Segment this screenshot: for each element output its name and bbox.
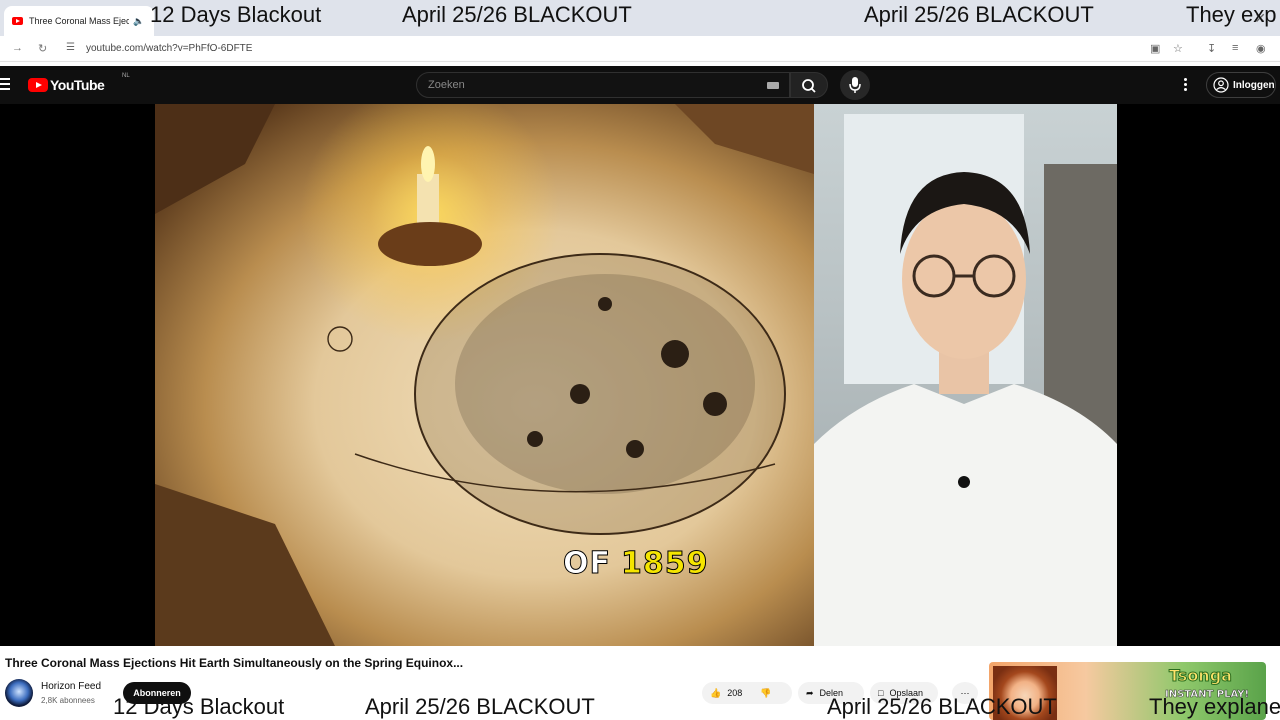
caption-word: OF xyxy=(563,546,611,582)
download-icon[interactable]: ↧ xyxy=(1207,42,1216,55)
profile-icon[interactable]: ◉ xyxy=(1256,42,1266,55)
search-input[interactable]: Zoeken xyxy=(416,72,790,98)
account-icon xyxy=(1213,77,1229,93)
video-title: Three Coronal Mass Ejections Hit Earth S… xyxy=(5,656,464,670)
painted-map-image xyxy=(155,104,814,646)
microphone-icon xyxy=(849,77,861,93)
url-field[interactable]: youtube.com/watch?v=PhFfO-6DFTE xyxy=(86,43,252,54)
voice-search-button[interactable] xyxy=(840,70,870,100)
channel-name[interactable]: Horizon Feed xyxy=(41,681,101,692)
ticker-item: They explane xyxy=(1149,694,1280,719)
video-caption: OF 1859 xyxy=(563,546,709,582)
video-player[interactable]: OF 1859 xyxy=(0,104,1280,646)
menu-icon[interactable] xyxy=(0,78,10,90)
ticker-item: April 25/26 BLACKOUT xyxy=(365,694,595,719)
youtube-logo[interactable]: YouTube NL xyxy=(28,73,130,93)
bookmark-star-icon[interactable]: ☆ xyxy=(1173,42,1183,55)
search-button[interactable] xyxy=(790,72,828,98)
ticker-bottom: 12 Days Blackout April 25/26 BLACKOUT Ap… xyxy=(0,694,1280,720)
forward-icon[interactable]: → xyxy=(12,42,23,54)
video-frame: OF 1859 xyxy=(155,104,1117,646)
ticker-item: They exp xyxy=(1186,2,1277,27)
youtube-wordmark: YouTube xyxy=(50,77,105,93)
ticker-item: April 25/26 BLACKOUT xyxy=(827,694,1057,719)
ticker-item: 12 Days Blackout xyxy=(113,694,285,719)
sun-sketch-drawing xyxy=(155,104,814,646)
install-app-icon[interactable]: ▣ xyxy=(1150,42,1160,55)
caption-highlight: 1859 xyxy=(621,546,709,582)
region-code: NL xyxy=(122,73,130,79)
youtube-header: YouTube NL Zoeken Inloggen xyxy=(0,66,1280,104)
reload-icon[interactable]: ↻ xyxy=(38,42,47,55)
signin-button[interactable]: Inloggen xyxy=(1206,72,1276,98)
presenter-video-image xyxy=(814,104,1117,646)
presenter-figure xyxy=(814,114,1117,646)
signin-label: Inloggen xyxy=(1233,79,1275,91)
keyboard-icon[interactable] xyxy=(767,82,779,89)
ticker-item: April 25/26 BLACKOUT xyxy=(864,2,1094,27)
site-settings-icon[interactable]: ☰ xyxy=(66,42,75,53)
ticker-item: April 25/26 BLACKOUT xyxy=(402,2,632,27)
youtube-play-icon xyxy=(28,78,48,92)
reading-list-icon[interactable]: ≡ xyxy=(1232,42,1238,54)
ticker-top: 12 Days Blackout April 25/26 BLACKOUT Ap… xyxy=(0,2,1280,32)
settings-more-icon[interactable] xyxy=(1184,78,1188,93)
search-placeholder: Zoeken xyxy=(428,79,465,91)
page: Three Coronal Mass Ejectio 🔈 ✕ → ↻ ☰ you… xyxy=(0,0,1280,720)
ad-brand-logo: Tsonga xyxy=(1169,666,1233,686)
ticker-item: 12 Days Blackout xyxy=(150,2,322,27)
address-bar: → ↻ ☰ youtube.com/watch?v=PhFfO-6DFTE ▣ … xyxy=(0,36,1280,62)
search-icon xyxy=(802,79,816,93)
